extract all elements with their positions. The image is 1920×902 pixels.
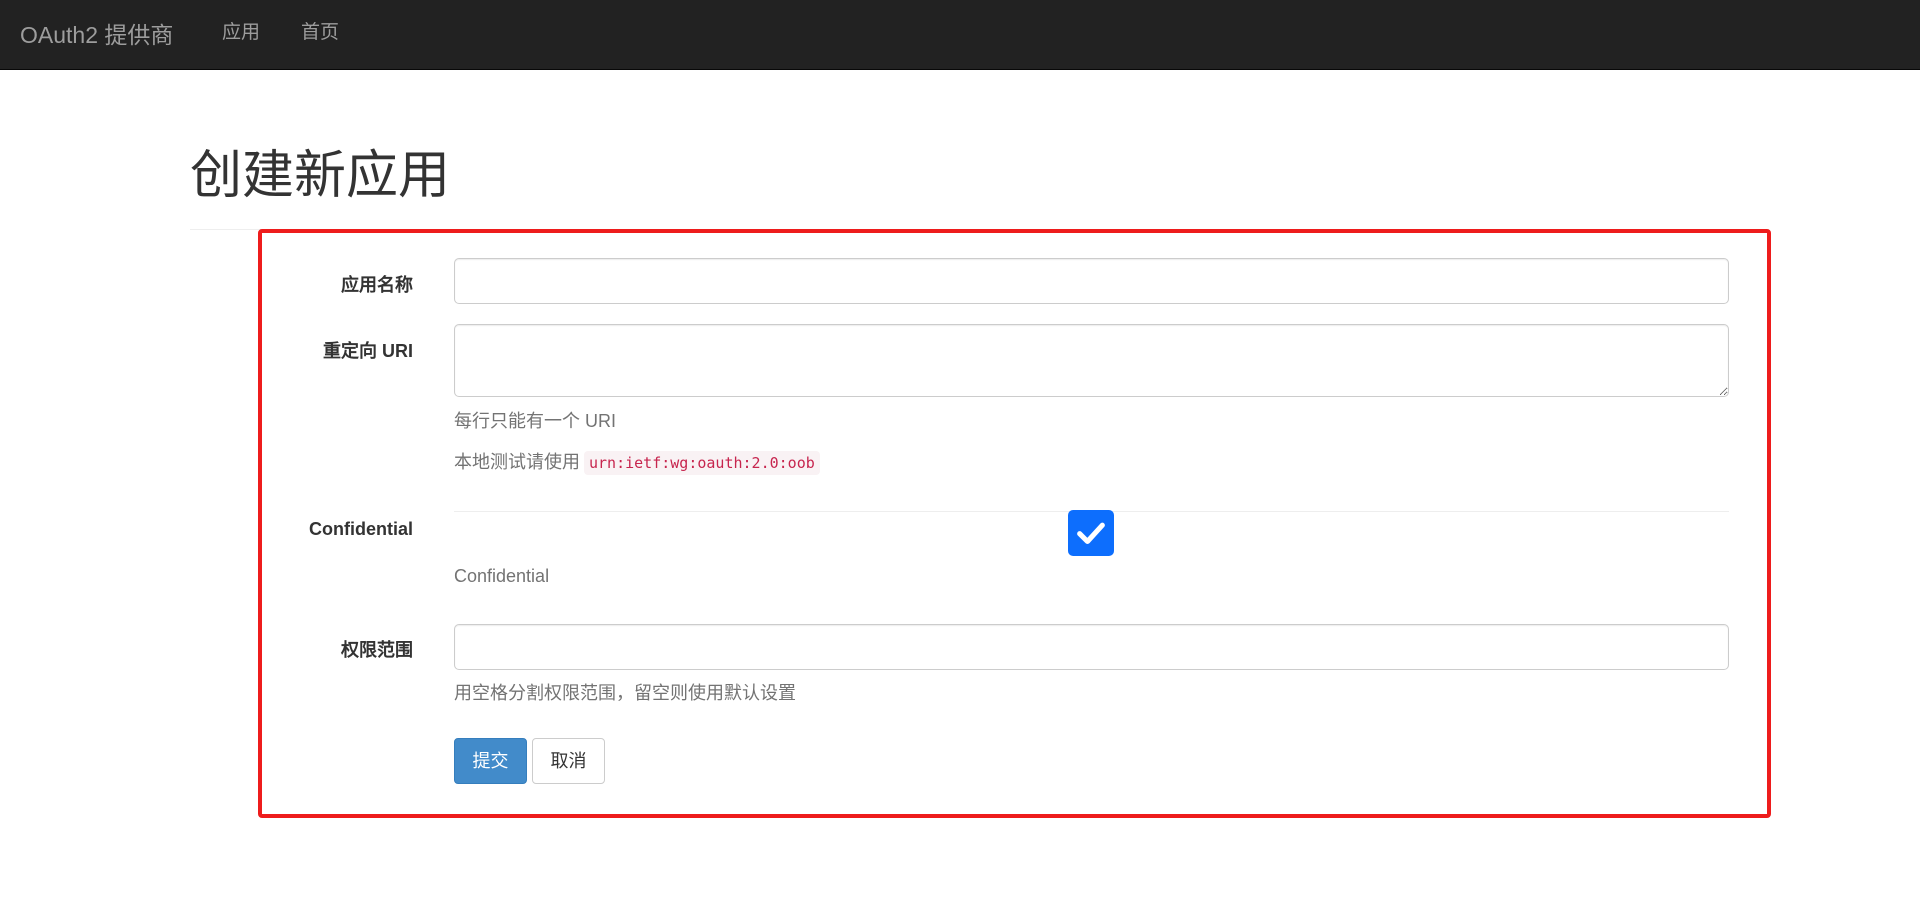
confidential-label: Confidential	[309, 519, 413, 539]
highlight-box	[258, 229, 1771, 818]
app-name-label: 应用名称	[341, 275, 413, 295]
navbar: OAuth2 提供商 应用 首页	[0, 0, 1920, 70]
scopes-input[interactable]	[454, 624, 1729, 670]
page-title: 创建新应用	[190, 147, 451, 205]
redirect-uri-textarea[interactable]	[454, 324, 1729, 397]
scopes-label: 权限范围	[341, 640, 413, 660]
nav-link-home[interactable]: 首页	[301, 0, 339, 70]
redirect-uri-help: 每行只能有一个 URI	[454, 411, 616, 431]
redirect-uri-local-help: 本地测试请使用 urn:ietf:wg:oauth:2.0:oob	[454, 448, 820, 475]
confidential-checkbox[interactable]	[1068, 510, 1114, 556]
redirect-uri-label: 重定向 URI	[323, 341, 413, 361]
navbar-brand[interactable]: OAuth2 提供商	[20, 0, 173, 70]
scopes-help: 用空格分割权限范围，留空则使用默认设置	[454, 683, 796, 703]
nav-link-apps[interactable]: 应用	[222, 0, 260, 70]
checkmark-icon	[1077, 522, 1105, 545]
redirect-uri-local-help-text: 本地测试请使用	[454, 452, 580, 472]
oob-uri-code: urn:ietf:wg:oauth:2.0:oob	[584, 451, 820, 475]
app-name-input[interactable]	[454, 258, 1729, 304]
confidential-help: Confidential	[454, 566, 550, 586]
submit-button[interactable]: 提交	[454, 738, 527, 784]
cancel-button[interactable]: 取消	[532, 738, 605, 784]
